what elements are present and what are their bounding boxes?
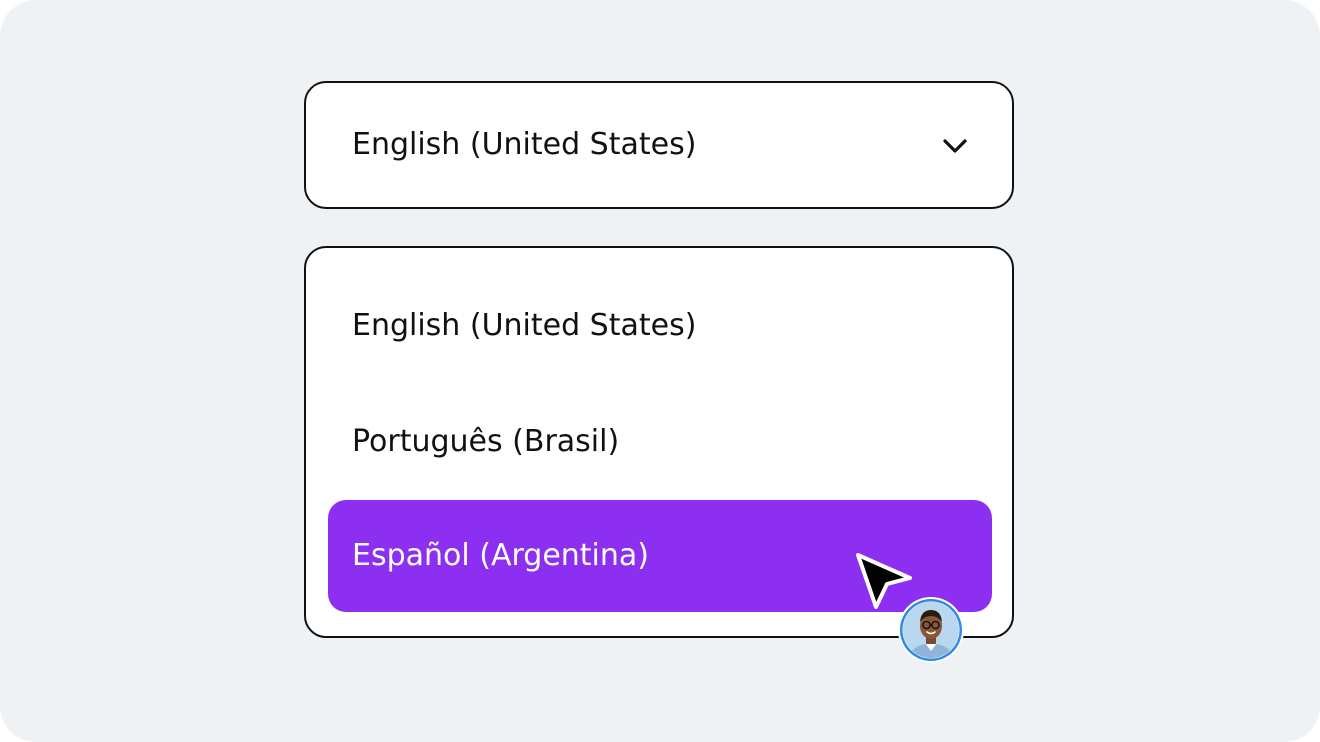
chevron-down-icon (943, 139, 967, 153)
language-select-value: English (United States) (352, 127, 697, 162)
option-label: English (United States) (352, 308, 697, 343)
option-portugues-brasil[interactable]: Português (Brasil) (328, 386, 992, 498)
option-label: Español (Argentina) (352, 538, 649, 573)
option-label: Português (Brasil) (352, 424, 620, 459)
page-background: English (United States) English (United … (0, 0, 1320, 742)
user-avatar-icon (898, 597, 964, 663)
option-english-united-states[interactable]: English (United States) (328, 270, 992, 382)
language-select[interactable]: English (United States) (304, 81, 1014, 209)
